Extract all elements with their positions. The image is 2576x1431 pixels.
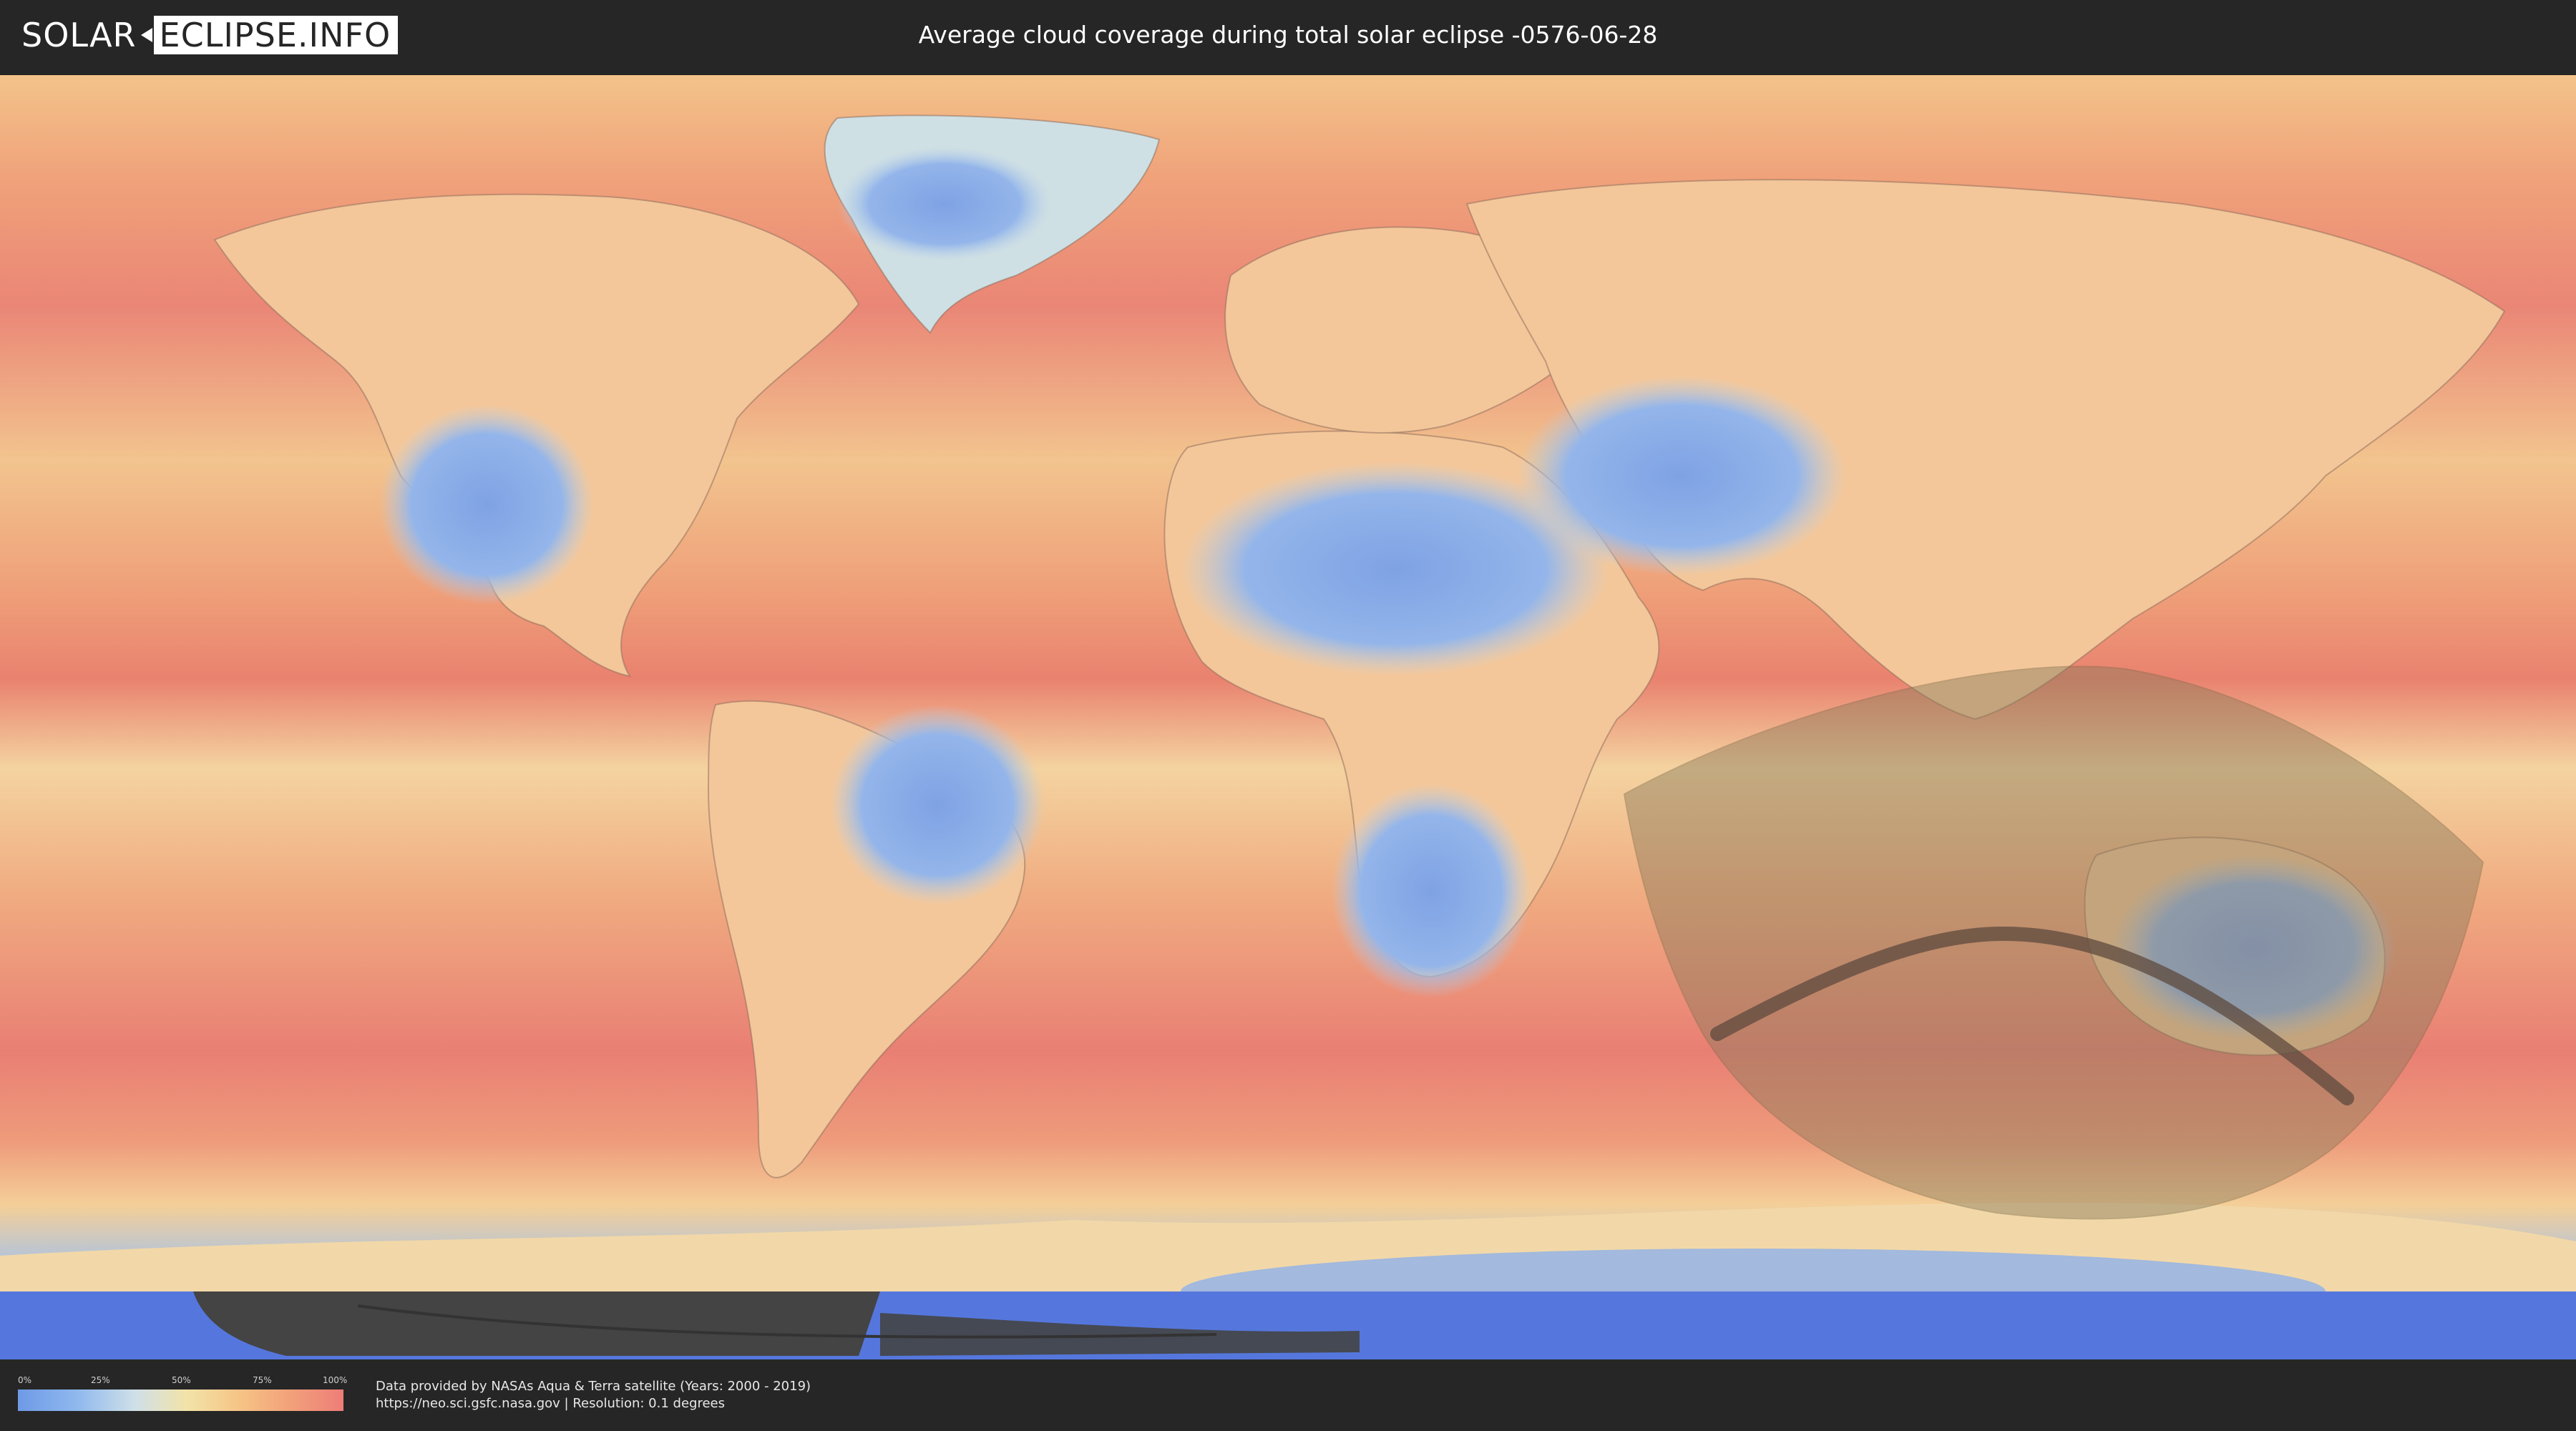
polar-night-region	[0, 1291, 2576, 1359]
legend-tick-50: 50%	[172, 1375, 191, 1385]
page-title: Average cloud coverage during total sola…	[918, 21, 1658, 49]
footer-bar: 0% 25% 50% 75% 100% Data provided by NAS…	[0, 1359, 2576, 1431]
credit-line-1: Data provided by NASAs Aqua & Terra sate…	[376, 1379, 811, 1394]
legend-tick-25: 25%	[91, 1375, 110, 1385]
legend-color-bar	[18, 1390, 343, 1411]
header-bar: SOLAR ECLIPSE.INFO Average cloud coverag…	[0, 0, 2576, 72]
cloud-coverage-map[interactable]	[0, 75, 2576, 1359]
legend-tick-100: 100%	[323, 1375, 348, 1385]
legend-ticks: 0% 25% 50% 75% 100%	[18, 1375, 347, 1388]
cloud-coverage-legend: 0% 25% 50% 75% 100%	[18, 1375, 347, 1412]
credit-line-2[interactable]: https://neo.sci.gsfc.nasa.gov | Resoluti…	[376, 1395, 811, 1412]
legend-tick-75: 75%	[253, 1375, 272, 1385]
map-canvas	[0, 75, 2576, 1359]
legend-tick-0: 0%	[18, 1375, 32, 1385]
data-credits: Data provided by NASAs Aqua & Terra sate…	[376, 1378, 811, 1412]
